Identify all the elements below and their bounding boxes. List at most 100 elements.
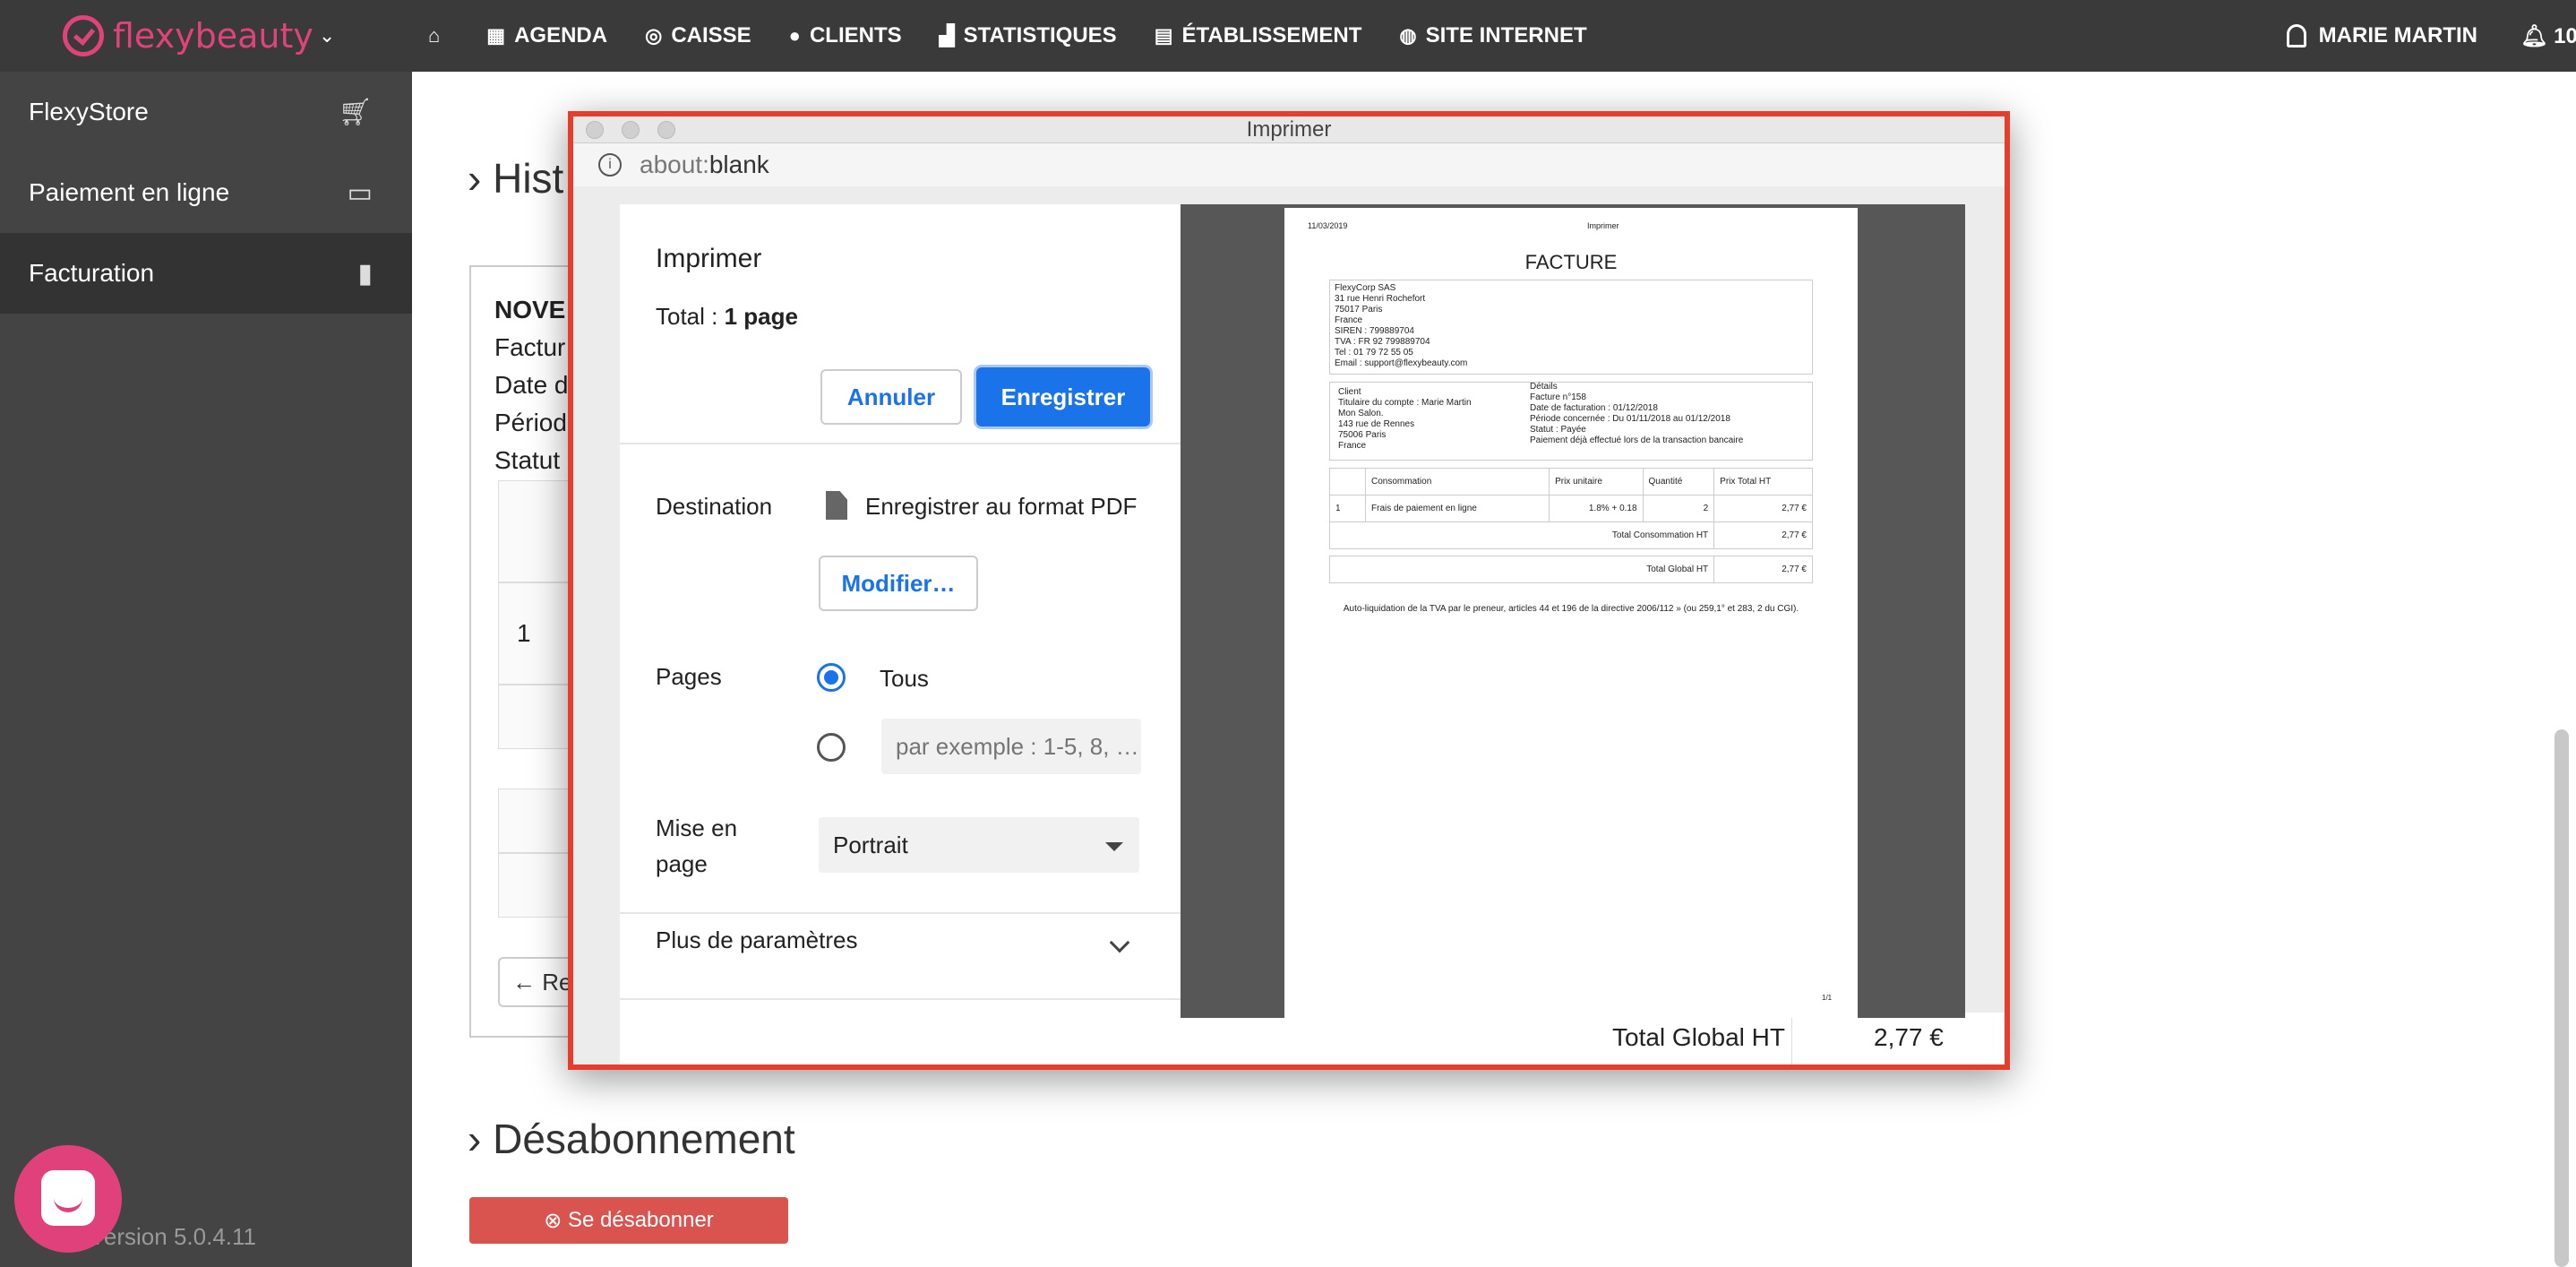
sidebar-item-flexystore[interactable]: FlexyStore 🛒︎: [0, 72, 412, 152]
cart-icon: 🛒︎: [338, 97, 373, 127]
chevron-down-icon[interactable]: [1109, 932, 1130, 953]
store-icon: ▤: [1154, 24, 1173, 47]
sidebar-item-paiement-en-ligne[interactable]: Paiement en ligne ▭: [0, 152, 412, 233]
logo-text-beauty: beauty: [194, 16, 313, 56]
total-global-value: 2,77 €: [1874, 1023, 1944, 1051]
total-consumption-row: Total Consommation HT 2,77 €: [1328, 521, 1813, 549]
nav-statistiques[interactable]: ▟ STATISTIQUES: [940, 23, 1117, 48]
arrow-left-icon: ←: [512, 968, 536, 996]
destination-value: Enregistrer au format PDF: [865, 493, 1138, 520]
coins-icon: ◎: [645, 24, 663, 47]
logo-check-icon: [63, 15, 104, 56]
page-scrollbar[interactable]: [2555, 729, 2569, 1267]
preview-date: 11/03/2019: [1308, 221, 1348, 230]
cancel-button[interactable]: Annuler: [820, 369, 962, 425]
user-icon: [2286, 24, 2306, 47]
invoice-month: NOVE: [494, 296, 566, 323]
url-scheme: about:: [640, 151, 709, 178]
window-zoom-button[interactable]: [657, 121, 675, 139]
notifications-button[interactable]: 🔔︎ 10: [2520, 23, 2576, 49]
nav-caisse[interactable]: ◎ CAISSE: [645, 23, 751, 48]
globe-icon: ◍: [1399, 24, 1417, 47]
back-button[interactable]: ← Re: [498, 957, 579, 1007]
invoice-line: Périod: [494, 409, 567, 436]
document-icon: ▮: [357, 258, 373, 289]
url-bar: i about: blank: [573, 143, 2005, 186]
nav-clients[interactable]: ● CLIENTS: [789, 23, 902, 48]
nav-site-internet[interactable]: ◍ SITE INTERNET: [1399, 23, 1586, 48]
divider: [620, 443, 1181, 444]
chat-widget-button[interactable]: [14, 1145, 122, 1253]
chart-icon: ▟: [939, 24, 955, 47]
home-icon: ⌂: [428, 24, 441, 47]
url-path: blank: [708, 151, 769, 178]
sidebar-item-facturation[interactable]: Facturation ▮: [0, 233, 412, 314]
history-heading[interactable]: › Hist: [468, 154, 563, 203]
unsubscribe-button[interactable]: ⊗ Se désabonner: [469, 1197, 788, 1244]
divider: [620, 912, 1181, 914]
invoice-line: Statut: [494, 446, 561, 474]
more-settings-toggle[interactable]: Plus de paramètres: [656, 927, 857, 954]
logo-text-flexy: flexy: [113, 16, 195, 56]
table-row: 1: [498, 582, 570, 685]
preview-page-number: 1/1: [1822, 994, 1833, 1002]
table-row: [498, 685, 570, 749]
window-title: Imprimer: [1246, 116, 1332, 142]
pages-range-input[interactable]: [881, 719, 1141, 774]
company-info: FlexyCorp SAS 31 rue Henri Rochefort 750…: [1335, 283, 1468, 368]
user-menu[interactable]: MARIE MARTIN: [2286, 23, 2477, 48]
divider: [620, 998, 1181, 1000]
table-row: [498, 789, 570, 853]
top-navigation: flexybeauty ⌄ ⌂ ▦ AGENDA ◎ CAISSE ● CLIENTS…: [0, 0, 2576, 72]
version-label: Version 5.0.4.11: [90, 1223, 256, 1250]
invoice-line: Date d: [494, 371, 569, 399]
window-close-button[interactable]: [586, 121, 604, 139]
layout-label: Mise en page: [656, 814, 738, 877]
destination-label: Destination: [656, 493, 773, 520]
pages-all-radio[interactable]: [817, 663, 846, 692]
invoice-details: Détails Facture n°158 Date de facturatio…: [1530, 382, 1744, 445]
table-header: [498, 480, 570, 582]
flexybeauty-logo[interactable]: flexybeauty ⌄: [63, 13, 335, 59]
print-preview-area[interactable]: 11/03/2019 Imprimer FACTURE FlexyCorp SA…: [1181, 204, 1965, 1018]
save-button[interactable]: Enregistrer: [976, 367, 1150, 427]
invoice-title: FACTURE: [1524, 251, 1618, 273]
table-row: 1 Frais de paiement en ligne 1.8% + 0.18…: [1329, 495, 1813, 522]
print-panel-title: Imprimer: [656, 244, 762, 273]
close-circle-icon: ⊗: [544, 1208, 562, 1233]
layout-select[interactable]: Portrait: [819, 817, 1139, 873]
credit-card-icon: ▭: [347, 177, 373, 208]
modify-destination-button[interactable]: Modifier…: [819, 556, 978, 611]
invoice-line: Factur: [494, 333, 566, 361]
bell-icon: 🔔︎: [2520, 23, 2548, 48]
total-global-label: Total Global HT: [1612, 1023, 1785, 1051]
preview-header-title: Imprimer: [1587, 221, 1619, 230]
page-total: Total : 1 page: [656, 303, 798, 330]
chevron-down-icon[interactable]: ⌄: [319, 24, 335, 47]
window-minimize-button[interactable]: [622, 121, 640, 139]
client-info: Client Titulaire du compte : Marie Marti…: [1338, 387, 1472, 451]
notification-count: 10: [2554, 23, 2576, 48]
info-icon[interactable]: i: [598, 153, 622, 177]
table-row: [498, 853, 570, 918]
total-global-row: Total Global HT 2,77 €: [1328, 556, 1813, 583]
print-dialog-window: Imprimer i about: blank Total Global HT 2…: [568, 111, 2010, 1070]
users-icon: ●: [788, 24, 801, 47]
window-titlebar[interactable]: Imprimer: [573, 116, 2005, 143]
nav-etablissement[interactable]: ▤ ÉTABLISSEMENT: [1155, 23, 1362, 48]
table-header-row: Consommation Prix unitaire Quantité Prix…: [1329, 468, 1813, 496]
background-total-row: [620, 1013, 2005, 1064]
nav-agenda[interactable]: ▦ AGENDA: [486, 23, 607, 48]
invoice-table: Consommation Prix unitaire Quantité Prix…: [1328, 468, 1813, 583]
pages-label: Pages: [656, 663, 722, 690]
file-icon: [826, 491, 847, 520]
sidebar: FlexyStore 🛒︎ Paiement en ligne ▭ Factur…: [0, 72, 412, 1267]
vat-note: Auto-liquidation de la TVA par le preneu…: [1343, 604, 1799, 614]
calendar-icon: ▦: [486, 24, 506, 47]
divider: [1791, 1013, 1792, 1064]
pages-all-label[interactable]: Tous: [880, 665, 929, 693]
unsubscribe-heading[interactable]: › Désabonnement: [468, 1115, 795, 1163]
print-settings-panel: Imprimer Total : 1 page Annuler Enregist…: [620, 204, 1181, 1018]
nav-home[interactable]: ⌂: [428, 24, 449, 47]
pages-custom-radio[interactable]: [817, 733, 846, 762]
